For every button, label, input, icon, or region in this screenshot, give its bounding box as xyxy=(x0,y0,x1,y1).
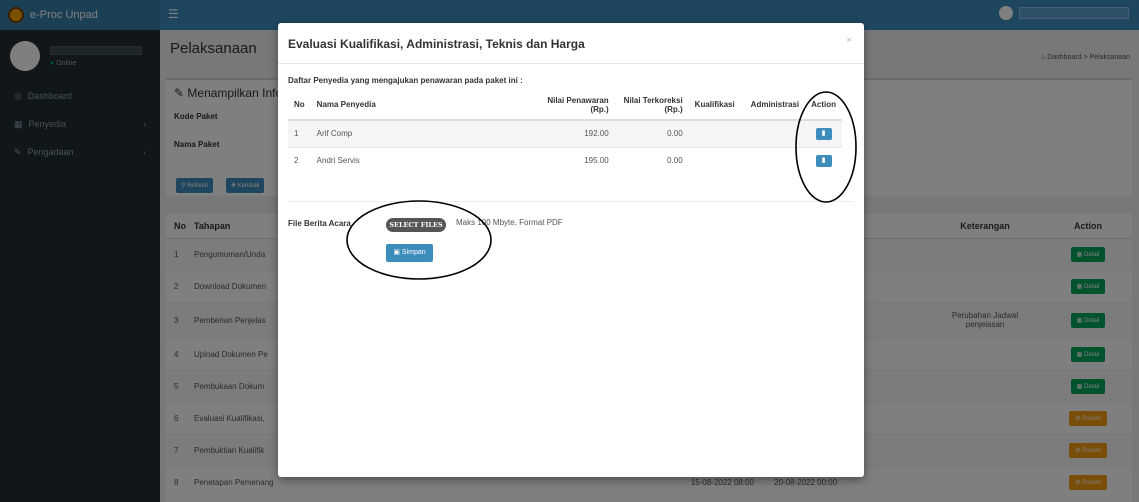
select-files-button[interactable]: SELECT FILES xyxy=(386,218,446,232)
row-kualifikasi xyxy=(688,119,745,147)
row-kualifikasi xyxy=(688,146,745,174)
file-berita-acara-label: File Berita Acara xyxy=(288,219,351,228)
row-no: 1 xyxy=(288,119,311,147)
row-administrasi xyxy=(744,119,806,147)
file-hint: Maks 100 Mbyte, Format PDF xyxy=(456,218,563,227)
close-icon[interactable]: × xyxy=(846,35,852,46)
row-administrasi xyxy=(744,146,806,174)
table-row: 1 Arif Comp 192.00 0.00 ▮ xyxy=(288,119,843,147)
row-no: 2 xyxy=(288,146,311,174)
book-icon: ▮ xyxy=(821,129,826,137)
save-icon: ▣ xyxy=(393,249,400,256)
row-nilai-terkoreksi: 0.00 xyxy=(614,119,689,147)
table-row: 2 Andri Servis 195.00 0.00 ▮ xyxy=(288,146,843,174)
evaluate-button[interactable]: ▮ xyxy=(815,154,832,167)
col-action: Action xyxy=(805,90,843,121)
modal-subtitle: Daftar Penyedia yang mengajukan penawara… xyxy=(288,76,523,85)
row-nilai-penawaran: 195.00 xyxy=(540,146,615,174)
col-nilai-terkoreksi: Nilai Terkoreksi (Rp.) xyxy=(614,90,689,121)
row-nama-penyedia: Arif Comp xyxy=(310,119,541,147)
book-icon: ▮ xyxy=(821,156,826,164)
col-kualifikasi: Kualifikasi xyxy=(688,90,745,121)
row-nilai-penawaran: 192.00 xyxy=(540,119,615,147)
col-administrasi: Administrasi xyxy=(744,90,806,121)
col-nama-penyedia: Nama Penyedia xyxy=(310,90,541,121)
col-no: No xyxy=(288,90,311,121)
save-button[interactable]: ▣ Simpan xyxy=(386,244,433,262)
evaluation-modal: Evaluasi Kualifikasi, Administrasi, Tekn… xyxy=(278,23,864,477)
col-nilai-penawaran: Nilai Penawaran (Rp.) xyxy=(540,90,615,121)
section-divider xyxy=(288,201,854,202)
modal-title: Evaluasi Kualifikasi, Administrasi, Tekn… xyxy=(288,37,585,51)
row-nilai-terkoreksi: 0.00 xyxy=(614,146,689,174)
evaluate-button[interactable]: ▮ xyxy=(815,127,832,140)
vendor-table: No Nama Penyedia Nilai Penawaran (Rp.) N… xyxy=(288,90,843,174)
modal-divider xyxy=(278,63,864,64)
row-nama-penyedia: Andri Servis xyxy=(310,146,541,174)
